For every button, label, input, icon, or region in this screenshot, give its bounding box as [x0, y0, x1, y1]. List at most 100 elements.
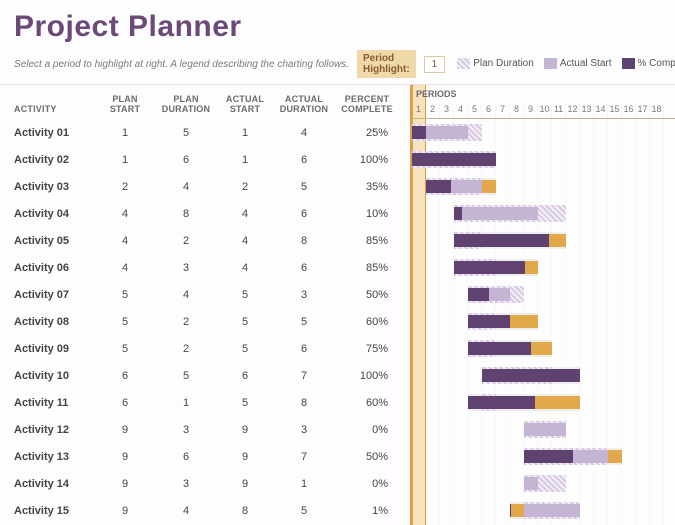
actual-start-cell[interactable]: 5: [218, 397, 272, 409]
actual-dur-cell[interactable]: 6: [272, 262, 336, 274]
actual-dur-cell[interactable]: 1: [272, 478, 336, 490]
actual-dur-cell[interactable]: 5: [272, 505, 336, 517]
plan-dur-cell[interactable]: 2: [154, 343, 218, 355]
gantt-row: [412, 254, 675, 281]
actual-dur-cell[interactable]: 3: [272, 424, 336, 436]
plan-dur-cell[interactable]: 3: [154, 262, 218, 274]
pct-cell[interactable]: 60%: [336, 316, 398, 328]
plan-dur-cell[interactable]: 2: [154, 235, 218, 247]
plan-dur-cell[interactable]: 6: [154, 451, 218, 463]
pct-cell[interactable]: 85%: [336, 235, 398, 247]
plan-start-cell[interactable]: 6: [96, 370, 154, 382]
table-row[interactable]: Activity 106567100%: [14, 362, 410, 389]
plan-dur-cell[interactable]: 4: [154, 289, 218, 301]
page-title: Project Planner: [0, 0, 675, 46]
plan-start-cell[interactable]: 4: [96, 235, 154, 247]
activity-name: Activity 10: [14, 370, 96, 382]
table-row[interactable]: Activity 1493910%: [14, 470, 410, 497]
plan-dur-cell[interactable]: 2: [154, 316, 218, 328]
complete-bar: [468, 315, 510, 328]
period-tick: 15: [608, 104, 622, 118]
table-row[interactable]: Activity 07545350%: [14, 281, 410, 308]
actual-dur-cell[interactable]: 5: [272, 181, 336, 193]
actual-start-cell[interactable]: 5: [218, 289, 272, 301]
actual-start-cell[interactable]: 5: [218, 316, 272, 328]
actual-start-cell[interactable]: 9: [218, 451, 272, 463]
plan-start-cell[interactable]: 5: [96, 316, 154, 328]
plan-dur-cell[interactable]: 1: [154, 397, 218, 409]
plan-start-cell[interactable]: 9: [96, 424, 154, 436]
actual-start-cell[interactable]: 4: [218, 235, 272, 247]
plan-dur-cell[interactable]: 5: [154, 127, 218, 139]
plan-dur-cell[interactable]: 4: [154, 505, 218, 517]
gantt-row: [412, 389, 675, 416]
actual-dur-cell[interactable]: 4: [272, 127, 336, 139]
plan-dur-cell[interactable]: 3: [154, 424, 218, 436]
plan-start-cell[interactable]: 5: [96, 289, 154, 301]
actual-start-cell[interactable]: 4: [218, 208, 272, 220]
plan-start-cell[interactable]: 5: [96, 343, 154, 355]
actual-dur-cell[interactable]: 8: [272, 235, 336, 247]
pct-cell[interactable]: 50%: [336, 289, 398, 301]
plan-start-cell[interactable]: 9: [96, 451, 154, 463]
plan-start-cell[interactable]: 1: [96, 154, 154, 166]
table-row[interactable]: Activity 09525675%: [14, 335, 410, 362]
table-row[interactable]: Activity 01151425%: [14, 119, 410, 146]
plan-dur-cell[interactable]: 5: [154, 370, 218, 382]
table-row[interactable]: Activity 03242535%: [14, 173, 410, 200]
plan-start-cell[interactable]: 9: [96, 478, 154, 490]
actual-dur-cell[interactable]: 8: [272, 397, 336, 409]
plan-dur-cell[interactable]: 8: [154, 208, 218, 220]
plan-dur-cell[interactable]: 6: [154, 154, 218, 166]
pct-cell[interactable]: 1%: [336, 505, 398, 517]
pct-cell[interactable]: 0%: [336, 424, 398, 436]
actual-dur-cell[interactable]: 6: [272, 154, 336, 166]
plan-start-cell[interactable]: 9: [96, 505, 154, 517]
actual-start-cell[interactable]: 4: [218, 262, 272, 274]
table-row[interactable]: Activity 08525560%: [14, 308, 410, 335]
actual-start-cell[interactable]: 5: [218, 343, 272, 355]
table-row[interactable]: Activity 13969750%: [14, 443, 410, 470]
actual-dur-cell[interactable]: 7: [272, 451, 336, 463]
actual-dur-cell[interactable]: 3: [272, 289, 336, 301]
actual-dur-cell[interactable]: 6: [272, 208, 336, 220]
pct-cell[interactable]: 10%: [336, 208, 398, 220]
table-row[interactable]: Activity 06434685%: [14, 254, 410, 281]
pct-cell[interactable]: 0%: [336, 478, 398, 490]
pct-cell[interactable]: 85%: [336, 262, 398, 274]
plan-start-cell[interactable]: 4: [96, 262, 154, 274]
plan-start-cell[interactable]: 4: [96, 208, 154, 220]
pct-cell[interactable]: 25%: [336, 127, 398, 139]
pct-cell[interactable]: 100%: [336, 370, 398, 382]
actual-start-cell[interactable]: 2: [218, 181, 272, 193]
actual-start-cell[interactable]: 1: [218, 154, 272, 166]
table-row[interactable]: Activity 021616100%: [14, 146, 410, 173]
period-highlight-input[interactable]: 1: [424, 56, 446, 73]
pct-cell[interactable]: 50%: [336, 451, 398, 463]
period-tick: 12: [566, 104, 580, 118]
complete-bar: [510, 504, 511, 517]
plan-start-cell[interactable]: 2: [96, 181, 154, 193]
plan-dur-cell[interactable]: 3: [154, 478, 218, 490]
col-actual-dur: ACTUAL DURATION: [272, 95, 336, 115]
actual-start-cell[interactable]: 9: [218, 424, 272, 436]
actual-start-cell[interactable]: 9: [218, 478, 272, 490]
pct-cell[interactable]: 75%: [336, 343, 398, 355]
pct-cell[interactable]: 100%: [336, 154, 398, 166]
plan-start-cell[interactable]: 6: [96, 397, 154, 409]
actual-dur-cell[interactable]: 7: [272, 370, 336, 382]
actual-dur-cell[interactable]: 5: [272, 316, 336, 328]
col-plan-dur: PLAN DURATION: [154, 95, 218, 115]
table-row[interactable]: Activity 05424885%: [14, 227, 410, 254]
table-row[interactable]: Activity 11615860%: [14, 389, 410, 416]
actual-start-cell[interactable]: 1: [218, 127, 272, 139]
table-row[interactable]: Activity 04484610%: [14, 200, 410, 227]
plan-start-cell[interactable]: 1: [96, 127, 154, 139]
actual-start-cell[interactable]: 6: [218, 370, 272, 382]
pct-cell[interactable]: 35%: [336, 181, 398, 193]
actual-start-cell[interactable]: 8: [218, 505, 272, 517]
actual-dur-cell[interactable]: 6: [272, 343, 336, 355]
table-row[interactable]: Activity 1293930%: [14, 416, 410, 443]
plan-dur-cell[interactable]: 4: [154, 181, 218, 193]
pct-cell[interactable]: 60%: [336, 397, 398, 409]
